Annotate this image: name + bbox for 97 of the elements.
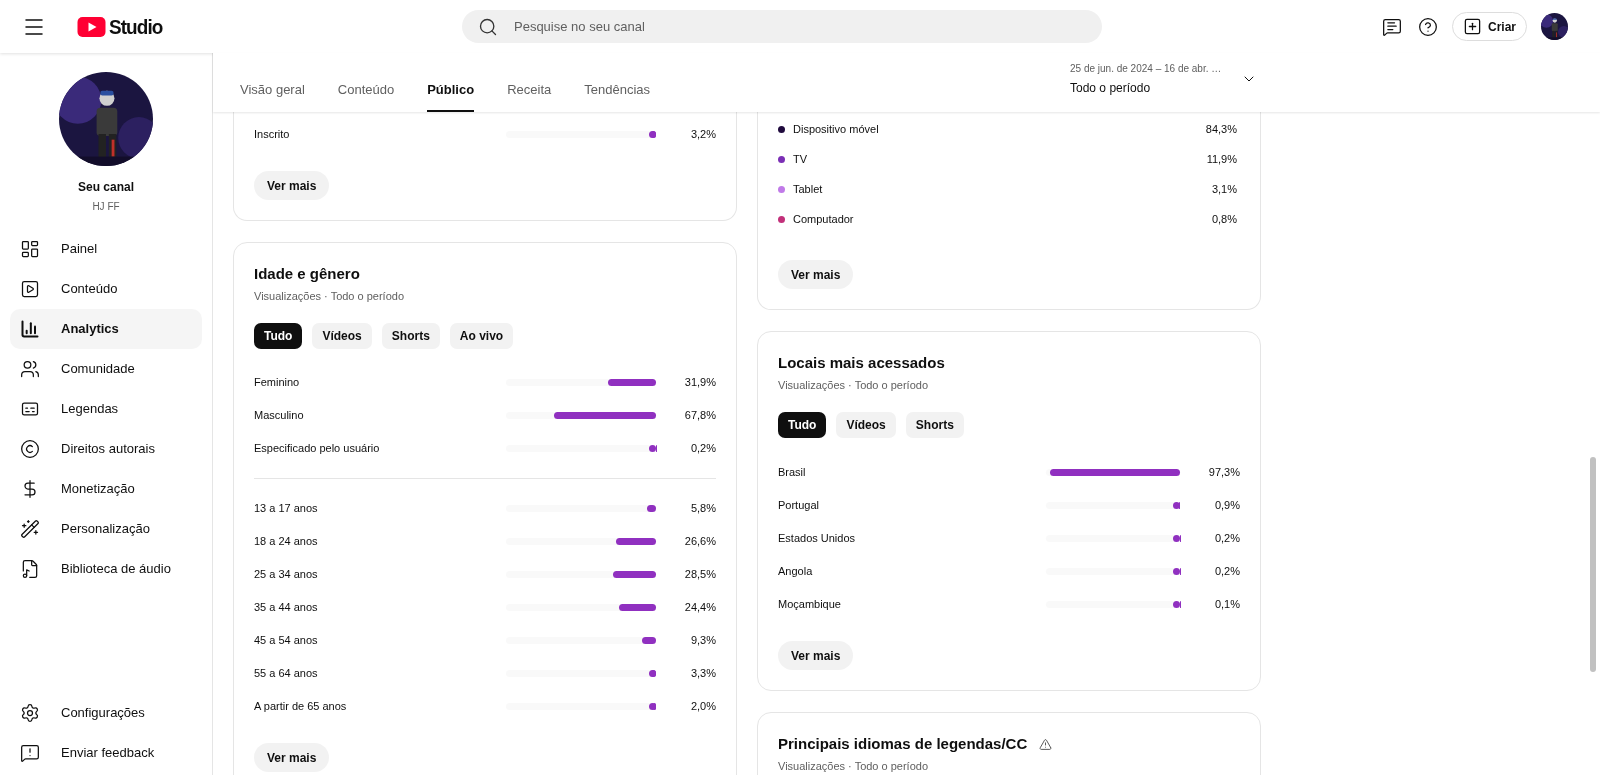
percent-value: 67,8%: [683, 408, 716, 424]
see-more-button[interactable]: Ver mais: [254, 743, 330, 772]
date-range-picker[interactable]: 25 de jun. de 2024 – 16 de abr. … Todo o período: [1070, 60, 1258, 97]
row-label: 25 a 34 anos: [254, 567, 318, 583]
percent-value: 31,9%: [683, 375, 716, 391]
tab[interactable]: Tendências: [584, 80, 650, 112]
percent-value: 97,3%: [1207, 465, 1240, 481]
percent-value: 0,1%: [1213, 597, 1240, 613]
card-subtitle: Visualizações · Todo o período: [254, 288, 406, 304]
row-label: Estados Unidos: [778, 531, 856, 547]
add-video-icon: [1463, 17, 1482, 36]
search-icon: [478, 16, 498, 37]
warning-icon[interactable]: [1039, 737, 1053, 751]
percent-value: 11,9%: [1206, 151, 1237, 167]
percent-value: 24,4%: [683, 600, 716, 616]
nav-item[interactable]: Direitos autorais: [10, 429, 202, 469]
row-label: TV: [793, 151, 808, 167]
row-label: 18 a 24 anos: [254, 534, 318, 550]
card-title: Principais idiomas de legendas/CC: [778, 734, 1028, 754]
play-logo-icon: [77, 16, 106, 37]
row-label: 45 a 54 anos: [254, 633, 318, 649]
see-more-button[interactable]: Ver mais: [254, 171, 330, 200]
row-label: Computador: [793, 211, 854, 227]
logo-text: Studio: [109, 13, 163, 40]
percent-value: 3,3%: [689, 666, 716, 682]
percent-value: 0,2%: [689, 441, 716, 457]
row-label: Dispositivo móvel: [793, 121, 879, 137]
percent-value: 0,2%: [1213, 564, 1240, 580]
row-label: Tablet: [793, 181, 823, 197]
row-label: Especificado pelo usuário: [254, 441, 380, 457]
nav-item[interactable]: Painel: [10, 229, 202, 269]
tab[interactable]: Receita: [507, 80, 552, 112]
percent-value: 0,9%: [1213, 498, 1240, 514]
channel-handle: HJ FF: [92, 200, 120, 214]
period-label: Todo o período: [1070, 79, 1152, 97]
percent-value: 3,2%: [689, 127, 716, 143]
nav-item[interactable]: Conteúdo: [10, 269, 202, 309]
tab[interactable]: Público: [427, 80, 475, 112]
row-label: Feminino: [254, 375, 300, 391]
percent-value: 84,3%: [1205, 121, 1237, 137]
row-label: Portugal: [778, 498, 819, 514]
row-label: 13 a 17 anos: [254, 501, 318, 517]
row-label: 35 a 44 anos: [254, 600, 318, 616]
percent-value: 0,8%: [1211, 211, 1237, 227]
magic-wand-icon: [20, 519, 40, 539]
filter-chip[interactable]: Shorts: [381, 323, 440, 349]
row-label: Angola: [778, 564, 813, 580]
settings-icon: [20, 703, 40, 723]
tab[interactable]: Visão geral: [240, 80, 305, 112]
scrollbar-thumb[interactable]: [1590, 457, 1596, 672]
filter-chip[interactable]: Ao vivo: [449, 323, 514, 349]
see-more-button[interactable]: Ver mais: [778, 260, 854, 289]
feedback-icon: [20, 743, 40, 763]
nav-item[interactable]: Personalização: [10, 509, 202, 549]
search-field[interactable]: Pesquise no seu canal: [462, 10, 1102, 43]
nav-item[interactable]: Comunidade: [10, 349, 202, 389]
percent-value: 5,8%: [689, 501, 716, 517]
tab[interactable]: Conteúdo: [337, 80, 395, 112]
percent-value: 28,5%: [683, 567, 716, 583]
music-library-icon: [20, 559, 40, 579]
row-label: A partir de 65 anos: [254, 699, 347, 715]
nav-item[interactable]: Configurações: [10, 693, 202, 733]
comment-icon[interactable]: [1382, 16, 1402, 37]
bar-chart-icon: [20, 319, 40, 339]
dashboard-icon: [20, 239, 40, 259]
people-icon: [20, 359, 40, 379]
date-range: 25 de jun. de 2024 – 16 de abr. …: [1070, 61, 1222, 76]
percent-value: 0,2%: [1213, 531, 1240, 547]
row-label: 55 a 64 anos: [254, 666, 318, 682]
filter-chip[interactable]: Tudo: [254, 323, 303, 349]
row-label: Moçambique: [778, 597, 841, 613]
nav-item[interactable]: Enviar feedback: [10, 733, 202, 773]
see-more-button[interactable]: Ver mais: [778, 641, 854, 670]
filter-chip[interactable]: Vídeos: [836, 412, 896, 438]
row-label: Inscrito: [254, 127, 290, 143]
search-input[interactable]: Pesquise no seu canal: [514, 16, 1086, 37]
video-library-icon: [20, 279, 40, 299]
card-subtitle: Visualizações · Todo o período: [778, 377, 930, 393]
percent-value: 3,1%: [1211, 181, 1237, 197]
card-title: Idade e gênero: [254, 264, 360, 284]
percent-value: 26,6%: [683, 534, 716, 550]
nav-item[interactable]: Monetização: [10, 469, 202, 509]
percent-value: 2,0%: [689, 699, 716, 715]
filter-chip[interactable]: Tudo: [778, 412, 827, 438]
nav-item[interactable]: Biblioteca de áudio: [10, 549, 202, 589]
card-title: Locais mais acessados: [778, 353, 945, 373]
row-label: Brasil: [778, 465, 806, 481]
nav-item[interactable]: Legendas: [10, 389, 202, 429]
filter-chip[interactable]: Shorts: [905, 412, 964, 438]
copyright-icon: [20, 439, 40, 459]
channel-title: Seu canal: [78, 179, 134, 196]
card-subtitle: Visualizações · Todo o período: [778, 758, 930, 774]
percent-value: 9,3%: [689, 633, 716, 649]
help-icon[interactable]: [1418, 16, 1438, 37]
nav-item[interactable]: Analytics: [10, 309, 202, 349]
filter-chip[interactable]: Vídeos: [312, 323, 372, 349]
row-label: Masculino: [254, 408, 304, 424]
